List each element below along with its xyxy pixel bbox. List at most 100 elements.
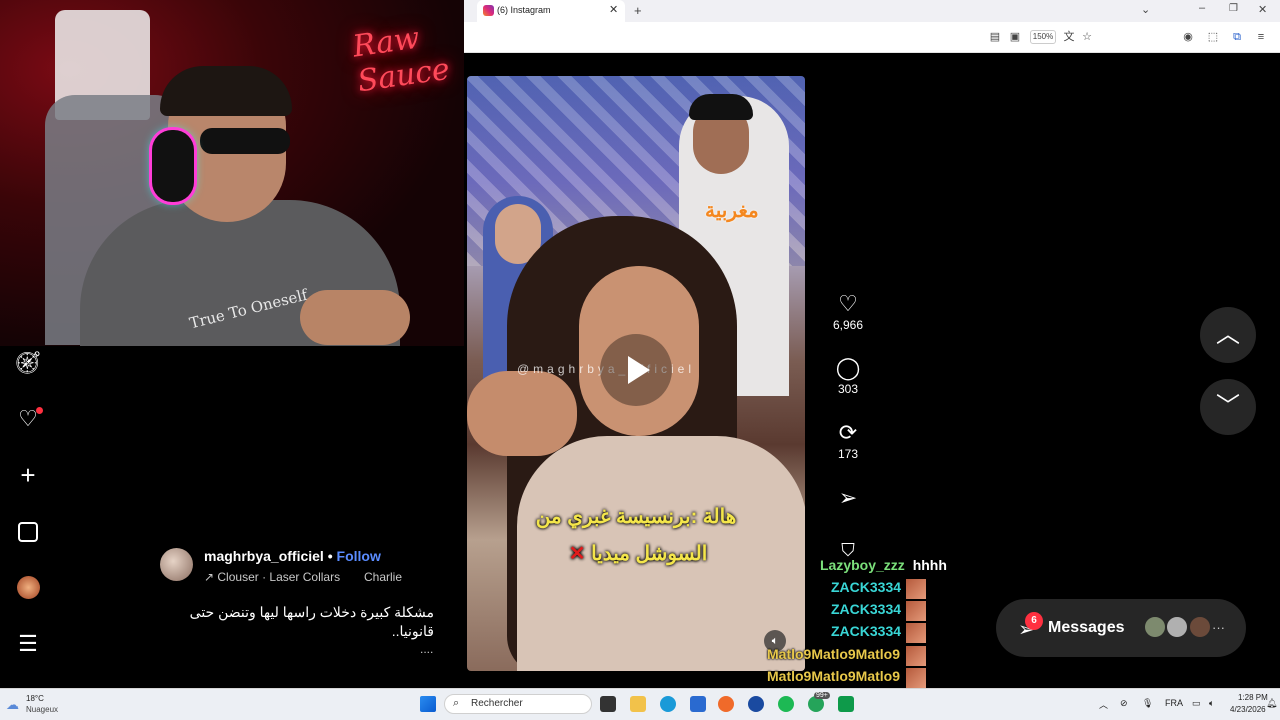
firefox-icon[interactable] (718, 696, 734, 712)
next-reel-button[interactable]: ﹀ (1200, 379, 1256, 435)
chat-message: ZACK3334 (831, 601, 901, 617)
edge-icon[interactable] (660, 696, 676, 712)
start-button[interactable] (420, 696, 436, 712)
author-username[interactable]: maghrbya_officiel (204, 548, 324, 564)
translate-extension-icon[interactable]: ⧉ (1228, 28, 1246, 46)
chat-emote (906, 623, 926, 643)
profile-avatar[interactable] (17, 576, 40, 599)
app-green-icon[interactable] (838, 696, 854, 712)
chat-emote (906, 601, 926, 621)
weather-icon[interactable]: ☁ (6, 697, 19, 713)
mic-icon[interactable]: 🎙︎ (1142, 698, 1153, 709)
headset (152, 130, 194, 202)
notification-bell-icon[interactable]: 🔔︎ (1266, 698, 1277, 709)
comment-action[interactable]: ◯ 303 (828, 356, 868, 397)
store-icon[interactable] (690, 696, 706, 712)
messages-badge: 6 (1025, 612, 1043, 630)
neon-sign: Raw Sauce (350, 20, 452, 100)
display-icon[interactable]: ▭ (1192, 698, 1201, 709)
zoom-level[interactable]: 150% (1030, 30, 1056, 44)
chat-user: ZACK3334 (831, 579, 902, 595)
more-menu-icon[interactable]: ☰ (14, 630, 42, 658)
taskbar-search[interactable]: Rechercher (444, 694, 592, 714)
whatsapp-badge: 99+ (814, 692, 830, 699)
streamer-hand (300, 290, 410, 345)
weather-desc: Nuageux (26, 705, 59, 714)
chat-message: Matlo9Matlo9Matlo9 (767, 646, 900, 662)
clock-time[interactable]: 1:28 PM (1238, 693, 1268, 702)
play-button[interactable] (600, 334, 672, 406)
chat-emote (906, 579, 926, 599)
window-close-icon[interactable]: ✕ (1258, 3, 1267, 16)
repost-action[interactable]: ⟳ 173 (828, 421, 868, 462)
extensions-icon[interactable]: ⬚ (1204, 28, 1222, 46)
video-caption-line2: ✕ السوشل ميديا (467, 541, 805, 566)
chat-emote (906, 646, 926, 666)
chat-user: Matlo9Matlo9Matlo9 (767, 646, 901, 662)
message-avatar[interactable] (1188, 615, 1212, 639)
picture-icon[interactable]: ▣ (1006, 28, 1024, 46)
chat-message: Lazyboy_zzz hhhh (820, 557, 947, 573)
follow-button[interactable]: Follow (337, 548, 381, 564)
share-action[interactable]: ➢ (828, 486, 868, 512)
author-line: maghrbya_officiel • Follow (204, 548, 381, 564)
restore-icon[interactable]: ❐ (1229, 3, 1238, 14)
streamer-hair (160, 66, 292, 116)
video-caption-mark: ✕ (568, 543, 586, 565)
repost-icon[interactable]: ⟳ (828, 421, 868, 447)
reposts-count: 173 (837, 447, 859, 461)
audio-track-secondary[interactable]: Charlie (364, 570, 402, 584)
video-caption-line2-text: السوشل ميديا (591, 543, 708, 565)
message-avatar[interactable] (1165, 615, 1189, 639)
keyboard-language[interactable]: FRA (1165, 698, 1183, 708)
translate-icon[interactable]: 文 (1060, 28, 1078, 46)
separator-dot: • (327, 548, 333, 564)
explore-icon[interactable]: 🧭︎ (14, 349, 42, 377)
likes-count: 6,966 (832, 318, 864, 332)
tray-chevron-icon[interactable]: ︿ (1099, 698, 1108, 711)
comments-count: 303 (837, 382, 859, 396)
task-view-icon[interactable] (600, 696, 616, 712)
message-avatar[interactable] (1143, 615, 1167, 639)
instagram-icon (483, 5, 494, 16)
create-icon[interactable]: + (14, 461, 42, 489)
heart-icon[interactable]: ♡ (828, 292, 868, 318)
minimize-icon[interactable]: – (1199, 2, 1205, 14)
bookmark-star-icon[interactable]: ☆ (1078, 28, 1096, 46)
like-action[interactable]: ♡ 6,966 (828, 292, 868, 333)
author-avatar[interactable] (160, 548, 193, 581)
notification-dot (36, 407, 43, 414)
previous-reel-button[interactable]: ︿ (1200, 307, 1256, 363)
video-tag-text: مغربية (705, 200, 759, 222)
dashboard-icon[interactable] (14, 517, 42, 545)
tab-list-icon[interactable]: ⌄ (1141, 3, 1150, 16)
volume-tray-icon[interactable]: 🔈︎ (1209, 698, 1214, 709)
share-send-icon[interactable]: ➢ (828, 486, 868, 512)
messages-more-icon[interactable]: ··· (1212, 620, 1225, 635)
caption-more[interactable]: .... (420, 642, 433, 656)
spotify-icon[interactable] (778, 696, 794, 712)
comment-icon[interactable]: ◯ (828, 356, 868, 382)
chat-message: ZACK3334 (831, 579, 901, 595)
video-person-boy-hair (689, 94, 753, 120)
chat-user: ZACK3334 (831, 601, 902, 617)
messages-label[interactable]: Messages (1048, 619, 1125, 637)
chat-text: hhhh (912, 557, 947, 573)
reader-view-icon[interactable]: ▤ (986, 28, 1004, 46)
video-hand (467, 371, 577, 456)
menu-icon[interactable]: ≡ (1252, 28, 1270, 46)
chat-user: Matlo9Matlo9Matlo9 (767, 668, 901, 684)
search-icon: ⌕ (453, 697, 460, 709)
browser-tab[interactable]: (6) Instagram ✕ (477, 0, 625, 22)
new-tab-icon[interactable]: + (634, 3, 642, 18)
app-blue-icon[interactable] (748, 696, 764, 712)
webcam-overlay: Raw Sauce True To Oneself (0, 0, 464, 346)
chat-message: ZACK3334 (831, 623, 901, 639)
tab-close-icon[interactable]: ✕ (609, 3, 618, 16)
weather-temp: 18°C (26, 694, 44, 703)
account-icon[interactable]: ◉ (1179, 28, 1197, 46)
clock-date[interactable]: 4/23/2026 (1230, 705, 1266, 714)
file-explorer-icon[interactable] (630, 696, 646, 712)
audio-track[interactable]: ↗ Clouser · Laser Collars (204, 570, 340, 584)
network-icon[interactable]: ⊘ (1120, 698, 1128, 709)
